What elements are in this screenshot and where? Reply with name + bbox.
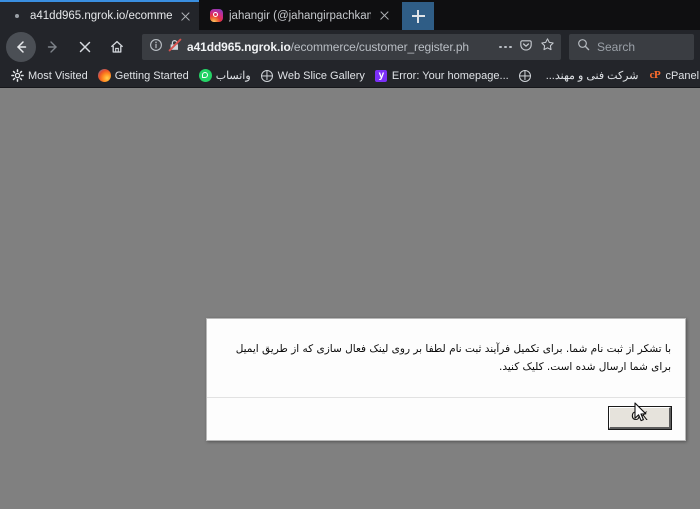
alert-dialog: با تشکر از ثبت نام شما. برای تکمیل فرآین… xyxy=(206,318,686,441)
browser-window: a41dd965.ngrok.io/ecommerce/cu jahangir … xyxy=(0,0,700,509)
bookmark-label: Getting Started xyxy=(114,69,189,82)
url-path: /ecommerce/customer_register.ph xyxy=(290,40,469,54)
bookmark-most-visited[interactable]: Most Visited xyxy=(6,66,93,86)
dot-favicon xyxy=(10,9,24,23)
gear-icon xyxy=(11,69,24,82)
forward-button[interactable] xyxy=(38,32,68,62)
back-button[interactable] xyxy=(6,32,36,62)
close-icon[interactable] xyxy=(178,9,193,24)
new-tab-button[interactable] xyxy=(402,2,434,30)
ellipsis-icon[interactable] xyxy=(499,45,512,49)
bookmark-getting-started[interactable]: Getting Started xyxy=(93,66,194,86)
bookmark-label: cPanel Login xyxy=(665,69,700,82)
home-button[interactable] xyxy=(102,32,132,62)
whatsapp-icon xyxy=(198,69,212,82)
forward-arrow-icon xyxy=(45,39,61,55)
bookmarks-toolbar: Most Visited Getting Started واتساب Web … xyxy=(0,64,700,88)
dialog-body: با تشکر از ثبت نام شما. برای تکمیل فرآین… xyxy=(207,319,685,397)
bookmark-label: شرکت فنی و مهند... xyxy=(545,70,639,82)
magnifier-icon xyxy=(577,38,590,56)
bookmark-label: Web Slice Gallery xyxy=(277,69,365,82)
search-bar[interactable]: Search xyxy=(569,34,694,60)
cpanel-icon: cP xyxy=(649,69,661,81)
stop-x-icon xyxy=(77,39,93,55)
url-host: a41dd965.ngrok.io xyxy=(187,40,291,54)
yahoo-icon: y xyxy=(375,69,388,82)
broken-padlock-icon[interactable] xyxy=(168,38,182,57)
globe-icon xyxy=(261,69,274,82)
tab-title: jahangir (@jahangirpachkam) • Ins xyxy=(229,9,371,22)
star-icon[interactable] xyxy=(540,37,555,57)
firefox-icon xyxy=(97,69,111,82)
home-icon xyxy=(109,39,125,55)
bookmark-whatsapp[interactable]: واتساب xyxy=(194,66,256,86)
page-viewport: با تشکر از ثبت نام شما. برای تکمیل فرآین… xyxy=(0,88,700,509)
instagram-icon xyxy=(209,9,223,23)
bookmark-label: واتساب xyxy=(215,70,251,82)
tab-ngrok-register[interactable]: a41dd965.ngrok.io/ecommerce/cu xyxy=(0,0,199,30)
bookmark-cpanel-login[interactable]: cP cPanel Login xyxy=(643,66,700,86)
address-bar[interactable]: a41dd965.ngrok.io/ecommerce/customer_reg… xyxy=(142,34,561,60)
tab-title: a41dd965.ngrok.io/ecommerce/cu xyxy=(30,10,172,22)
search-input[interactable]: Search xyxy=(597,40,635,54)
info-circle-icon[interactable] xyxy=(149,38,163,57)
bookmark-globe-1[interactable] xyxy=(514,66,541,86)
close-icon[interactable] xyxy=(377,8,392,23)
bookmark-label: Most Visited xyxy=(28,69,88,82)
stop-button[interactable] xyxy=(70,32,100,62)
bookmark-sherkat-fanni[interactable]: شرکت فنی و مهند... xyxy=(541,66,644,86)
back-arrow-icon xyxy=(13,39,29,55)
navigation-toolbar: a41dd965.ngrok.io/ecommerce/customer_reg… xyxy=(0,30,700,64)
globe-icon xyxy=(519,69,532,82)
dialog-message: با تشکر از ثبت نام شما. برای تکمیل فرآین… xyxy=(235,343,671,373)
bookmark-label: Error: Your homepage... xyxy=(391,69,509,82)
bookmark-web-slice-gallery[interactable]: Web Slice Gallery xyxy=(256,66,370,86)
pocket-icon[interactable] xyxy=(519,38,533,57)
tab-strip: a41dd965.ngrok.io/ecommerce/cu jahangir … xyxy=(0,0,700,30)
bookmark-error-homepage[interactable]: y Error: Your homepage... xyxy=(370,66,514,86)
dialog-footer: OK xyxy=(207,397,685,440)
tab-instagram-jahangir[interactable]: jahangir (@jahangirpachkam) • Ins xyxy=(199,1,398,30)
url-text: a41dd965.ngrok.io/ecommerce/customer_reg… xyxy=(187,40,494,54)
ok-button[interactable]: OK xyxy=(608,405,672,430)
